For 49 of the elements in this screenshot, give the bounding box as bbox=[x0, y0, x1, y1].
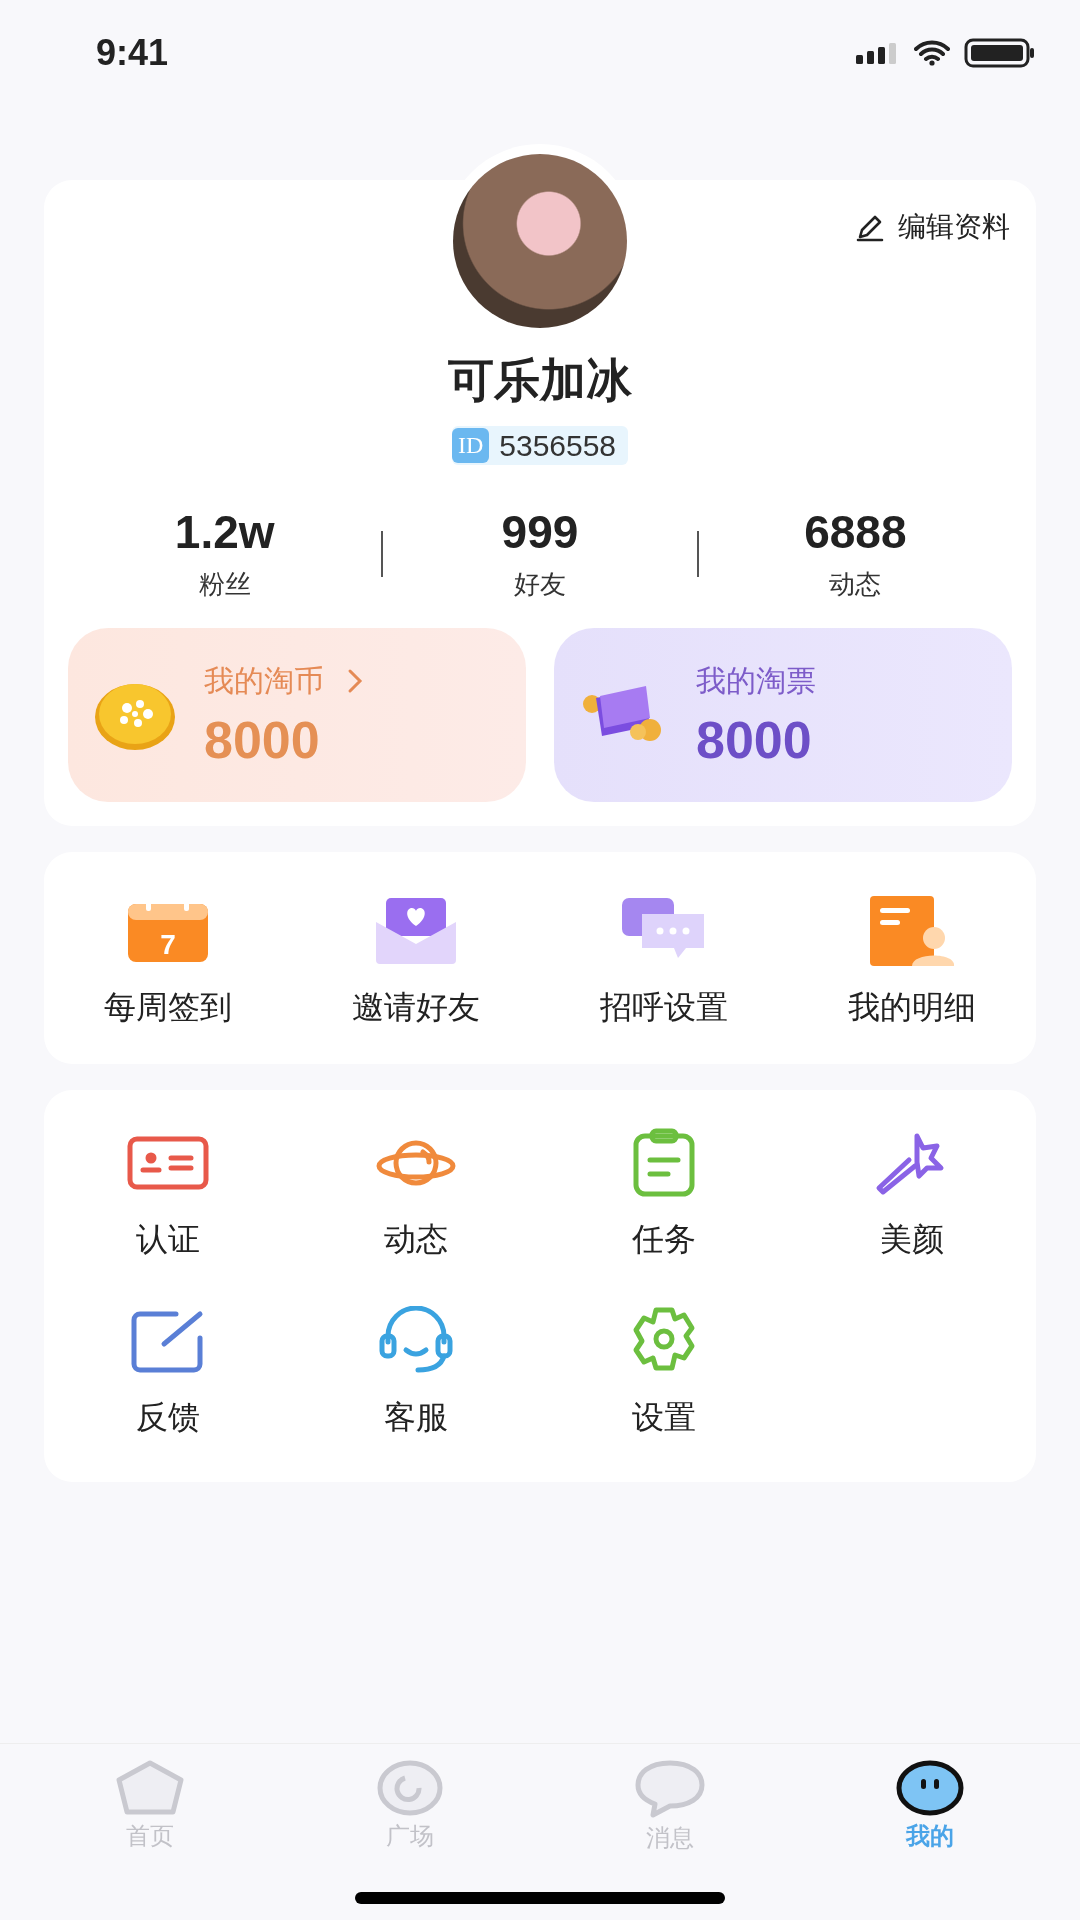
id-badge: ID bbox=[451, 428, 490, 463]
wallet-amount: 8000 bbox=[696, 709, 813, 770]
tool-label: 动态 bbox=[384, 1219, 448, 1260]
quick-action[interactable]: 我的明细 bbox=[788, 894, 1036, 1030]
status-time: 9:41 bbox=[96, 32, 169, 74]
tool-label: 任务 bbox=[632, 1219, 696, 1260]
tool-item[interactable]: 动态 bbox=[292, 1128, 540, 1262]
stat-value: 999 bbox=[501, 505, 579, 559]
stat-label: 好友 bbox=[514, 568, 566, 601]
tool-label: 反馈 bbox=[136, 1397, 200, 1438]
user-name: 可乐加冰 bbox=[448, 352, 632, 409]
ring-icon bbox=[375, 1760, 445, 1816]
edit-profile-button[interactable]: 编辑资料 bbox=[854, 208, 1010, 246]
stat-value: 1.2w bbox=[174, 505, 275, 559]
quick-action[interactable]: 7 每周签到 bbox=[44, 894, 292, 1030]
wallet-label: 我的淘币 bbox=[204, 661, 324, 700]
chevron-right-icon bbox=[346, 668, 364, 694]
stat-item[interactable]: 999 好友 bbox=[383, 505, 697, 602]
tool-item[interactable]: 任务 bbox=[540, 1128, 788, 1262]
quick-action-label: 招呼设置 bbox=[600, 987, 728, 1028]
document-person-icon bbox=[868, 894, 956, 968]
tool-item[interactable]: 设置 bbox=[540, 1306, 788, 1440]
stat-label: 粉丝 bbox=[198, 568, 251, 601]
tool-label: 设置 bbox=[632, 1397, 696, 1438]
ticket-card[interactable]: 我的淘票 8000 bbox=[554, 628, 1012, 802]
tool-label: 美颜 bbox=[880, 1219, 944, 1260]
wallet-label: 我的淘票 bbox=[696, 661, 816, 700]
stat-value: 6888 bbox=[804, 505, 907, 559]
face-icon bbox=[895, 1760, 965, 1816]
home-icon bbox=[115, 1760, 185, 1816]
quick-action[interactable]: 邀请好友 bbox=[292, 894, 540, 1030]
chat-bubble-icon bbox=[635, 1760, 705, 1818]
quick-action-label: 每周签到 bbox=[104, 987, 232, 1028]
user-id: 5356558 bbox=[499, 428, 617, 463]
quick-action-label: 我的明细 bbox=[848, 987, 976, 1028]
wallet-amount: 8000 bbox=[204, 709, 321, 770]
tool-item[interactable]: 认证 bbox=[44, 1128, 292, 1262]
quick-action[interactable]: 招呼设置 bbox=[540, 894, 788, 1030]
stat-label: 动态 bbox=[829, 568, 882, 601]
tool-item[interactable]: 美颜 bbox=[788, 1128, 1036, 1262]
tool-label: 认证 bbox=[136, 1219, 200, 1260]
tool-item[interactable]: 反馈 bbox=[44, 1306, 292, 1440]
stat-item[interactable]: 1.2w 粉丝 bbox=[68, 505, 382, 602]
battery-icon bbox=[964, 38, 1036, 68]
quick-action-label: 邀请好友 bbox=[352, 987, 480, 1028]
tool-label: 客服 bbox=[384, 1397, 448, 1438]
stat-item[interactable]: 6888 动态 bbox=[698, 505, 1012, 602]
tool-item[interactable]: 客服 bbox=[292, 1306, 540, 1440]
wifi-icon bbox=[914, 40, 950, 66]
